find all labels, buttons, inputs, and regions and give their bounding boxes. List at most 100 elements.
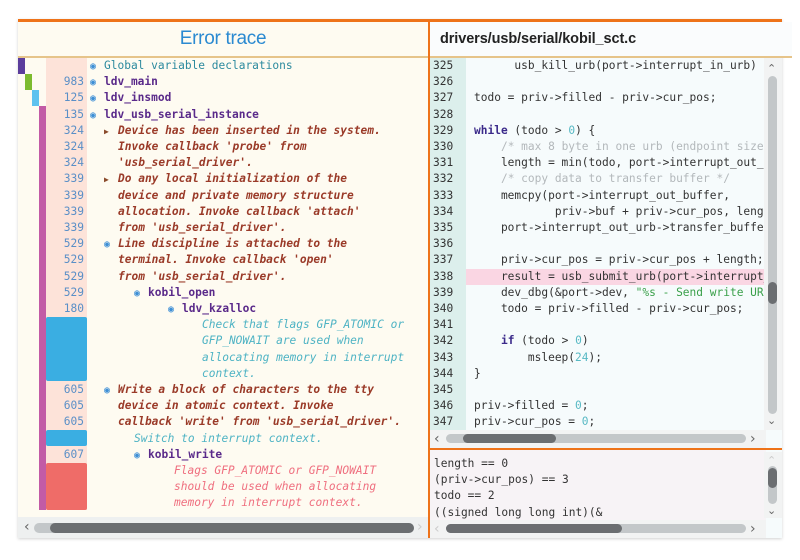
source-line: 335 port->interrupt_out_urb->transfer_bu… — [430, 220, 766, 236]
trace-row[interactable]: 324 ▶ Device has been inserted in the syst… — [18, 123, 428, 139]
trace-function-name[interactable]: kobil_write — [148, 448, 222, 461]
scroll-right-icon[interactable]: › — [750, 432, 756, 446]
trace-line-number[interactable]: 605 — [46, 414, 84, 430]
trace-function-name[interactable]: ldv_kzalloc — [182, 302, 256, 315]
trace-function-name[interactable]: ldv_usb_serial_instance — [104, 108, 259, 121]
scroll-up-icon[interactable]: ⌃ — [767, 62, 776, 76]
scroll-left-icon[interactable]: ‹ — [24, 520, 30, 534]
trace-line-number[interactable]: 125 — [46, 90, 84, 106]
scroll-right-icon[interactable]: › — [750, 522, 756, 536]
trace-note-text: allocating memory in interrupt — [202, 350, 405, 364]
source-line: 346 priv->filled = 0; — [430, 398, 766, 414]
trace-row[interactable]: 125 ◉ ldv_insmod — [18, 90, 428, 106]
trace-line-number[interactable]: 339 — [46, 171, 84, 187]
trace-line-number[interactable]: 324 — [46, 123, 84, 139]
trace-row: 324 Invoke callback 'probe' from — [18, 139, 428, 155]
scrollbar-thumb[interactable] — [768, 468, 777, 488]
source-line-number: 342 — [433, 334, 454, 348]
source-line: 336 — [430, 236, 766, 252]
source-line: 326 — [430, 74, 766, 90]
trace-line-number[interactable]: 529 — [46, 236, 84, 252]
source-line-number: 346 — [433, 399, 454, 413]
scroll-left-icon[interactable]: ‹ — [434, 522, 440, 536]
trace-note-text: GFP_NOWAIT are used when — [202, 334, 364, 348]
trace-row[interactable]: 180 ◉ ldv_kzalloc — [18, 301, 428, 317]
trace-note-text: from 'usb_serial_driver'. — [118, 221, 287, 234]
trace-line-number[interactable]: 324 — [46, 139, 84, 155]
watch-vertical-scrollbar[interactable]: ⌃ ⌄ — [764, 452, 782, 518]
trace-row[interactable]: 529 ◉ Line discipline is attached to the — [18, 236, 428, 252]
scrollbar-thumb[interactable] — [463, 434, 556, 443]
trace-function-name[interactable]: ldv_main — [104, 75, 158, 88]
scroll-down-icon[interactable]: ⌄ — [767, 414, 776, 428]
trace-row: 605 callback 'write' from 'usb_serial_dri… — [18, 414, 428, 430]
expand-arrow-icon[interactable]: ▶ — [104, 172, 118, 188]
trace-row[interactable]: 605 ◉ Write a block of characters to the t… — [18, 382, 428, 398]
eye-icon[interactable]: ◉ — [90, 59, 104, 75]
code-token: (todo > — [507, 123, 569, 137]
code-token: ) { — [575, 123, 596, 137]
trace-row: should be used when allocating — [18, 479, 428, 495]
error-trace-horizontal-scrollbar[interactable]: ‹ › — [18, 517, 428, 538]
source-line-number: 344 — [433, 366, 454, 380]
scroll-right-icon[interactable]: › — [417, 520, 423, 534]
trace-line-number[interactable]: 983 — [46, 74, 84, 90]
trace-line-number[interactable]: 605 — [46, 382, 84, 398]
trace-note-text: context. — [202, 366, 256, 380]
trace-line-number[interactable]: 339 — [46, 220, 84, 236]
trace-line-number[interactable]: 324 — [46, 155, 84, 171]
source-code-text: port->interrupt_out_urb->transfer_buffer… — [474, 220, 766, 236]
source-horizontal-scrollbar[interactable]: ‹ › — [430, 430, 766, 448]
trace-line-number[interactable]: 607 — [46, 447, 84, 463]
trace-line-number[interactable]: 180 — [46, 301, 84, 317]
trace-line-number[interactable]: 529 — [46, 269, 84, 285]
eye-icon[interactable]: ◉ — [90, 75, 104, 91]
trace-row[interactable]: 607 ◉ kobil_write — [18, 447, 428, 463]
source-code-text: memcpy(port->interrupt_out_buffer, — [474, 188, 730, 204]
scroll-down-icon[interactable]: ⌄ — [767, 504, 776, 518]
eye-icon[interactable]: ◉ — [90, 91, 104, 107]
eye-icon[interactable]: ◉ — [168, 302, 182, 318]
eye-icon[interactable]: ◉ — [90, 108, 104, 124]
source-line: 325 usb_kill_urb(port->interrupt_in_urb) — [430, 58, 766, 74]
trace-line-number[interactable]: 529 — [46, 252, 84, 268]
code-token: port->interrupt_out_urb->transfer_buffer… — [500, 221, 766, 234]
code-token: todo = priv->filled - priv->cur_pos; — [474, 91, 717, 105]
eye-icon[interactable]: ◉ — [104, 237, 118, 253]
trace-row[interactable]: 983 ◉ ldv_main — [18, 74, 428, 90]
watch-horizontal-scrollbar[interactable]: ‹ › — [430, 520, 766, 538]
trace-line-number[interactable]: 605 — [46, 398, 84, 414]
scrollbar-thumb[interactable] — [768, 282, 777, 304]
trace-row[interactable]: 339 ▶ Do any local initialization of the — [18, 171, 428, 187]
scroll-left-icon[interactable]: ‹ — [434, 432, 440, 446]
expand-arrow-icon[interactable]: ▶ — [104, 124, 118, 140]
trace-line-number[interactable]: 339 — [46, 204, 84, 220]
trace-line-number[interactable]: 135 — [46, 107, 84, 123]
eye-icon[interactable]: ◉ — [134, 286, 148, 302]
source-line: 327 todo = priv->filled - priv->cur_pos; — [430, 90, 766, 106]
scrollbar-thumb[interactable] — [446, 524, 622, 533]
error-trace-list: ◉ Global variable declarations 983 ◉ ldv_mai… — [18, 58, 428, 515]
code-token: memcpy(port->interrupt_out_buffer, — [474, 188, 730, 202]
variable-watch-panel: length == 0 (priv->cur_pos) == 3 todo == 2… — [430, 450, 766, 520]
scrollbar-thumb[interactable] — [50, 523, 414, 533]
source-vertical-scrollbar[interactable]: ⌃ ⌄ — [764, 58, 782, 430]
error-trace-title: Error trace — [179, 28, 267, 49]
trace-note-text: device and private memory structure — [118, 188, 354, 202]
trace-row[interactable]: 135 ◉ ldv_usb_serial_instance — [18, 107, 428, 123]
trace-row[interactable]: ◉ Global variable declarations — [18, 58, 428, 74]
eye-icon[interactable]: ◉ — [104, 383, 118, 399]
trace-note-text: Device has been inserted in the system. — [118, 123, 381, 137]
trace-line-number[interactable]: 529 — [46, 285, 84, 301]
scrollbar-track[interactable] — [768, 76, 777, 414]
trace-line-number[interactable]: 339 — [46, 188, 84, 204]
trace-row: 339 device and private memory structure — [18, 188, 428, 204]
trace-row[interactable]: 529 ◉ kobil_open — [18, 285, 428, 301]
eye-icon[interactable]: ◉ — [134, 448, 148, 464]
source-line: 342 if (todo > 0) — [430, 333, 766, 349]
source-header: drivers/usb/serial/kobil_sct.c — [430, 22, 792, 58]
trace-function-name[interactable]: ldv_insmod — [104, 91, 171, 104]
trace-function-name[interactable]: kobil_open — [148, 286, 215, 299]
source-line-number: 347 — [433, 415, 454, 429]
